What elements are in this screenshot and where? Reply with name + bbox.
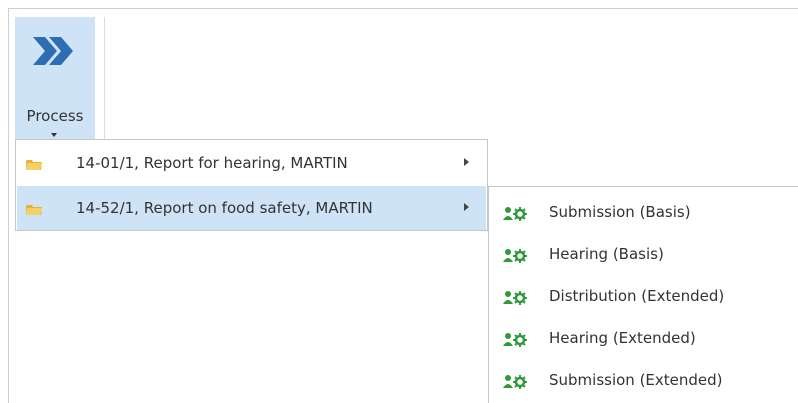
submenu-item-label: Submission (Extended) xyxy=(549,371,723,389)
workflow-gear-icon xyxy=(503,333,527,347)
process-menu-item-14-01-1[interactable]: 14-01/1, Report for hearing, MARTIN xyxy=(17,141,486,185)
chevron-right-icon xyxy=(464,203,469,211)
double-chevron-right-icon xyxy=(33,37,73,65)
submenu-item-submission-extended[interactable]: Submission (Extended) xyxy=(489,360,798,402)
folder-icon xyxy=(26,160,42,170)
caret-down-icon xyxy=(51,133,57,137)
workflow-gear-icon xyxy=(503,291,527,305)
submenu-item-label: Hearing (Extended) xyxy=(549,329,696,347)
submenu-item-distribution-extended[interactable]: Distribution (Extended) xyxy=(489,276,798,318)
menu-item-label: 14-52/1, Report on food safety, MARTIN xyxy=(76,199,373,217)
submenu-item-label: Distribution (Extended) xyxy=(549,287,725,305)
workflow-gear-icon xyxy=(503,207,527,221)
submenu-item-hearing-basis[interactable]: Hearing (Basis) xyxy=(489,234,798,276)
ribbon-group-separator xyxy=(104,17,105,139)
process-menu: 14-01/1, Report for hearing, MARTIN 14-5… xyxy=(15,139,488,231)
submenu-item-label: Hearing (Basis) xyxy=(549,245,664,263)
process-button[interactable]: Process xyxy=(15,17,95,139)
process-menu-item-14-52-1[interactable]: 14-52/1, Report on food safety, MARTIN xyxy=(17,186,486,230)
submenu-item-hearing-extended[interactable]: Hearing (Extended) xyxy=(489,318,798,360)
workflow-gear-icon xyxy=(503,375,527,389)
submenu-item-label: Submission (Basis) xyxy=(549,203,691,221)
folder-icon xyxy=(26,205,42,215)
process-submenu: Submission (Basis) Hearing (Basis) Distr… xyxy=(488,186,798,403)
menu-item-label: 14-01/1, Report for hearing, MARTIN xyxy=(76,154,348,172)
submenu-item-submission-basis[interactable]: Submission (Basis) xyxy=(489,192,798,234)
workflow-gear-icon xyxy=(503,249,527,263)
process-button-label: Process xyxy=(26,107,84,125)
chevron-right-icon xyxy=(464,158,469,166)
